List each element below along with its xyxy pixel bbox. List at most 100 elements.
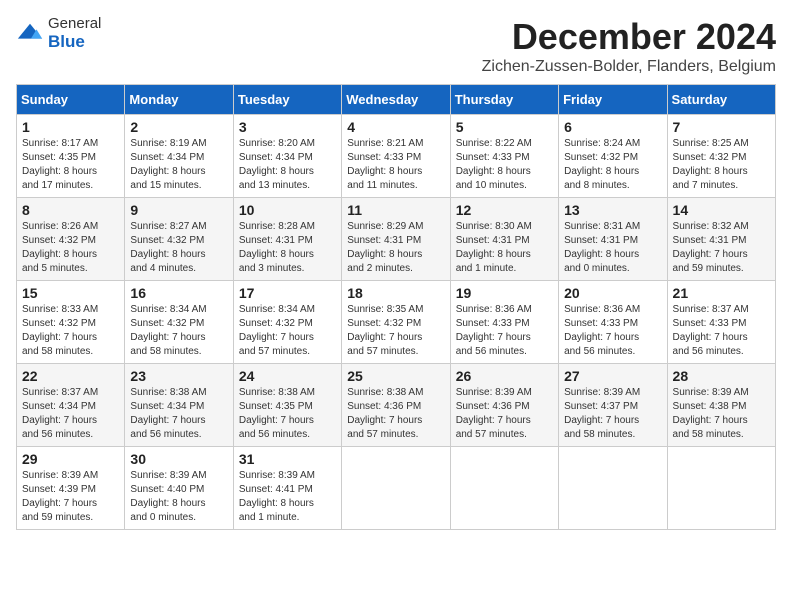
day-info-12: Sunrise: 8:30 AM Sunset: 4:31 PM Dayligh… bbox=[456, 221, 532, 274]
day-info-27: Sunrise: 8:39 AM Sunset: 4:37 PM Dayligh… bbox=[564, 387, 640, 440]
day-cell-8: 8 Sunrise: 8:26 AM Sunset: 4:32 PM Daylig… bbox=[17, 198, 125, 281]
day-cell-10: 10Sunrise: 8:28 AM Sunset: 4:31 PM Dayli… bbox=[233, 198, 341, 281]
logo: General Blue bbox=[16, 16, 101, 51]
day-cell-15: 15 Sunrise: 8:33 AM Sunset: 4:32 PM Dayli… bbox=[17, 281, 125, 364]
location-title: Zichen-Zussen-Bolder, Flanders, Belgium bbox=[482, 58, 776, 76]
day-info-19: Sunrise: 8:36 AM Sunset: 4:33 PM Dayligh… bbox=[456, 304, 532, 357]
day-cell-19: 19 Sunrise: 8:36 AM Sunset: 4:33 PM Dayli… bbox=[450, 281, 558, 364]
logo-text: General Blue bbox=[48, 16, 101, 51]
empty-cell bbox=[559, 447, 667, 530]
day-number-23: 23 bbox=[130, 368, 227, 384]
day-info-29: Sunrise: 8:39 AM Sunset: 4:39 PM Dayligh… bbox=[22, 470, 98, 523]
day-cell-13: 13 Sunrise: 8:31 AM Sunset: 4:31 PM Dayli… bbox=[559, 198, 667, 281]
day-number-16: 16 bbox=[130, 285, 227, 301]
day-number-27: 27 bbox=[564, 368, 661, 384]
day-number-11: 11 bbox=[347, 202, 444, 218]
day-cell-23: 23Sunrise: 8:38 AM Sunset: 4:34 PM Dayli… bbox=[125, 364, 233, 447]
col-header-thursday: Thursday bbox=[450, 85, 558, 115]
day-info-31: Sunrise: 8:39 AM Sunset: 4:41 PM Dayligh… bbox=[239, 470, 315, 523]
day-number-26: 26 bbox=[456, 368, 553, 384]
week-row-2: 8 Sunrise: 8:26 AM Sunset: 4:32 PM Daylig… bbox=[17, 198, 776, 281]
day-cell-29: 29 Sunrise: 8:39 AM Sunset: 4:39 PM Dayli… bbox=[17, 447, 125, 530]
day-cell-27: 27 Sunrise: 8:39 AM Sunset: 4:37 PM Dayli… bbox=[559, 364, 667, 447]
day-number-30: 30 bbox=[130, 451, 227, 467]
day-cell-16: 16 Sunrise: 8:34 AM Sunset: 4:32 PM Dayli… bbox=[125, 281, 233, 364]
day-info-18: Sunrise: 8:35 AM Sunset: 4:32 PM Dayligh… bbox=[347, 304, 423, 357]
day-cell-26: 26Sunrise: 8:39 AM Sunset: 4:36 PM Dayli… bbox=[450, 364, 558, 447]
day-number-5: 5 bbox=[456, 119, 553, 135]
day-cell-20: 20Sunrise: 8:36 AM Sunset: 4:33 PM Dayli… bbox=[559, 281, 667, 364]
day-number-19: 19 bbox=[456, 285, 553, 301]
day-info-16: Sunrise: 8:34 AM Sunset: 4:32 PM Dayligh… bbox=[130, 304, 206, 357]
logo-general-text: General bbox=[48, 16, 101, 33]
col-header-friday: Friday bbox=[559, 85, 667, 115]
month-title: December 2024 bbox=[482, 16, 776, 58]
day-info-30: Sunrise: 8:39 AM Sunset: 4:40 PM Dayligh… bbox=[130, 470, 206, 523]
day-info-25: Sunrise: 8:38 AM Sunset: 4:36 PM Dayligh… bbox=[347, 387, 423, 440]
day-info-13: Sunrise: 8:31 AM Sunset: 4:31 PM Dayligh… bbox=[564, 221, 640, 274]
day-cell-30: 30 Sunrise: 8:39 AM Sunset: 4:40 PM Dayli… bbox=[125, 447, 233, 530]
col-header-saturday: Saturday bbox=[667, 85, 775, 115]
day-info-3: Sunrise: 8:20 AM Sunset: 4:34 PM Dayligh… bbox=[239, 138, 315, 191]
day-number-18: 18 bbox=[347, 285, 444, 301]
day-cell-17: 17 Sunrise: 8:34 AM Sunset: 4:32 PM Dayli… bbox=[233, 281, 341, 364]
week-row-3: 15 Sunrise: 8:33 AM Sunset: 4:32 PM Dayli… bbox=[17, 281, 776, 364]
week-row-4: 22Sunrise: 8:37 AM Sunset: 4:34 PM Dayli… bbox=[17, 364, 776, 447]
day-number-24: 24 bbox=[239, 368, 336, 384]
day-number-21: 21 bbox=[673, 285, 770, 301]
col-header-sunday: Sunday bbox=[17, 85, 125, 115]
day-cell-4: 4Sunrise: 8:21 AM Sunset: 4:33 PM Daylig… bbox=[342, 115, 450, 198]
day-cell-2: 2Sunrise: 8:19 AM Sunset: 4:34 PM Daylig… bbox=[125, 115, 233, 198]
calendar-table: SundayMondayTuesdayWednesdayThursdayFrid… bbox=[16, 84, 776, 530]
day-info-28: Sunrise: 8:39 AM Sunset: 4:38 PM Dayligh… bbox=[673, 387, 749, 440]
day-number-31: 31 bbox=[239, 451, 336, 467]
empty-cell bbox=[450, 447, 558, 530]
title-area: December 2024 Zichen-Zussen-Bolder, Flan… bbox=[482, 16, 776, 76]
day-cell-28: 28 Sunrise: 8:39 AM Sunset: 4:38 PM Dayli… bbox=[667, 364, 775, 447]
day-info-24: Sunrise: 8:38 AM Sunset: 4:35 PM Dayligh… bbox=[239, 387, 315, 440]
day-cell-18: 18 Sunrise: 8:35 AM Sunset: 4:32 PM Dayli… bbox=[342, 281, 450, 364]
day-number-6: 6 bbox=[564, 119, 661, 135]
header: General Blue December 2024 Zichen-Zussen… bbox=[16, 16, 776, 76]
day-number-17: 17 bbox=[239, 285, 336, 301]
day-number-2: 2 bbox=[130, 119, 227, 135]
day-cell-12: 12Sunrise: 8:30 AM Sunset: 4:31 PM Dayli… bbox=[450, 198, 558, 281]
day-number-10: 10 bbox=[239, 202, 336, 218]
day-number-7: 7 bbox=[673, 119, 770, 135]
day-info-6: Sunrise: 8:24 AM Sunset: 4:32 PM Dayligh… bbox=[564, 138, 640, 191]
week-row-1: 1 Sunrise: 8:17 AM Sunset: 4:35 PM Daylig… bbox=[17, 115, 776, 198]
day-info-8: Sunrise: 8:26 AM Sunset: 4:32 PM Dayligh… bbox=[22, 221, 98, 274]
day-info-15: Sunrise: 8:33 AM Sunset: 4:32 PM Dayligh… bbox=[22, 304, 98, 357]
day-cell-14: 14Sunrise: 8:32 AM Sunset: 4:31 PM Dayli… bbox=[667, 198, 775, 281]
day-info-4: Sunrise: 8:21 AM Sunset: 4:33 PM Dayligh… bbox=[347, 138, 423, 191]
day-number-28: 28 bbox=[673, 368, 770, 384]
day-cell-9: 9 Sunrise: 8:27 AM Sunset: 4:32 PM Daylig… bbox=[125, 198, 233, 281]
col-header-monday: Monday bbox=[125, 85, 233, 115]
day-number-25: 25 bbox=[347, 368, 444, 384]
day-cell-11: 11Sunrise: 8:29 AM Sunset: 4:31 PM Dayli… bbox=[342, 198, 450, 281]
day-cell-25: 25 Sunrise: 8:38 AM Sunset: 4:36 PM Dayli… bbox=[342, 364, 450, 447]
day-cell-24: 24 Sunrise: 8:38 AM Sunset: 4:35 PM Dayli… bbox=[233, 364, 341, 447]
day-number-13: 13 bbox=[564, 202, 661, 218]
day-number-9: 9 bbox=[130, 202, 227, 218]
day-number-3: 3 bbox=[239, 119, 336, 135]
day-info-21: Sunrise: 8:37 AM Sunset: 4:33 PM Dayligh… bbox=[673, 304, 749, 357]
day-number-29: 29 bbox=[22, 451, 119, 467]
day-number-20: 20 bbox=[564, 285, 661, 301]
day-number-14: 14 bbox=[673, 202, 770, 218]
day-number-8: 8 bbox=[22, 202, 119, 218]
day-info-17: Sunrise: 8:34 AM Sunset: 4:32 PM Dayligh… bbox=[239, 304, 315, 357]
day-info-5: Sunrise: 8:22 AM Sunset: 4:33 PM Dayligh… bbox=[456, 138, 532, 191]
logo-blue-text: Blue bbox=[48, 33, 101, 52]
day-cell-3: 3 Sunrise: 8:20 AM Sunset: 4:34 PM Daylig… bbox=[233, 115, 341, 198]
day-cell-7: 7Sunrise: 8:25 AM Sunset: 4:32 PM Daylig… bbox=[667, 115, 775, 198]
col-header-tuesday: Tuesday bbox=[233, 85, 341, 115]
day-number-15: 15 bbox=[22, 285, 119, 301]
day-number-22: 22 bbox=[22, 368, 119, 384]
day-number-1: 1 bbox=[22, 119, 119, 135]
week-row-5: 29 Sunrise: 8:39 AM Sunset: 4:39 PM Dayli… bbox=[17, 447, 776, 530]
empty-cell bbox=[342, 447, 450, 530]
day-info-9: Sunrise: 8:27 AM Sunset: 4:32 PM Dayligh… bbox=[130, 221, 206, 274]
day-info-1: Sunrise: 8:17 AM Sunset: 4:35 PM Dayligh… bbox=[22, 138, 98, 191]
day-cell-1: 1 Sunrise: 8:17 AM Sunset: 4:35 PM Daylig… bbox=[17, 115, 125, 198]
